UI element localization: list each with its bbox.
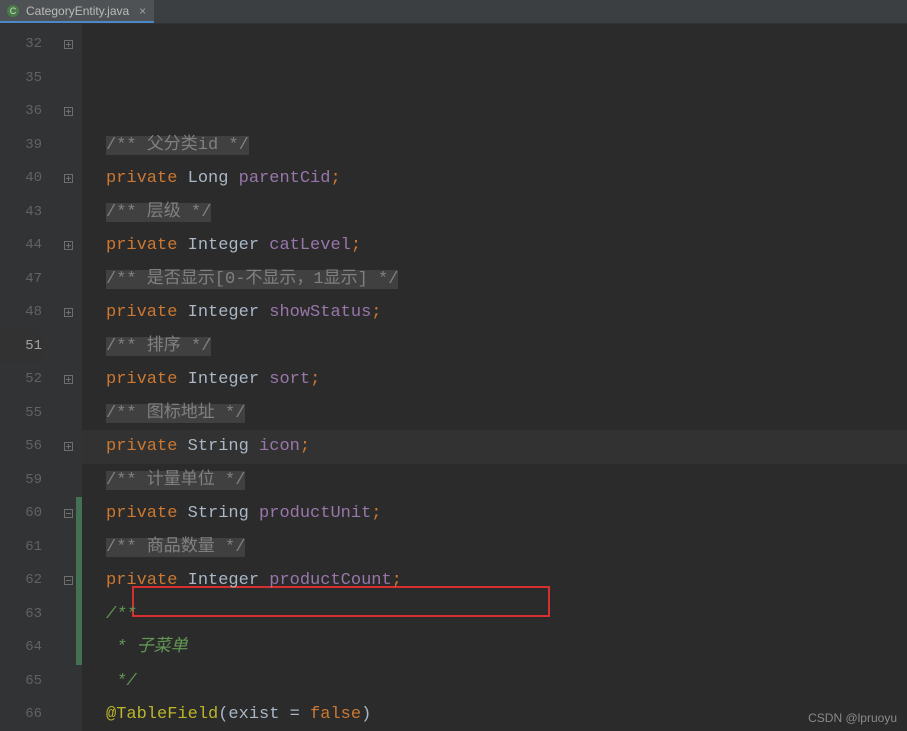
line-number[interactable]: 39 — [0, 129, 42, 163]
code-line[interactable]: /** 图标地址 */ — [82, 397, 907, 431]
code-line[interactable]: /** 计量单位 */ — [82, 464, 907, 498]
fold-empty — [60, 464, 76, 498]
code-line[interactable]: private String productUnit; — [82, 497, 907, 531]
line-number[interactable]: 52 — [0, 363, 42, 397]
fold-empty — [60, 129, 76, 163]
fold-gutter[interactable] — [60, 24, 76, 731]
line-number[interactable]: 62 — [0, 564, 42, 598]
line-number[interactable]: 59 — [0, 464, 42, 498]
fold-expand-icon[interactable] — [60, 296, 76, 330]
fold-expand-icon[interactable] — [60, 95, 76, 129]
watermark: CSDN @lpruoyu — [808, 711, 897, 725]
code-line[interactable]: private Long parentCid; — [82, 162, 907, 196]
code-line[interactable]: private Integer showStatus; — [82, 296, 907, 330]
line-number[interactable]: 64 — [0, 631, 42, 665]
line-number[interactable]: 44 — [0, 229, 42, 263]
line-number-gutter[interactable]: 3235363940434447485152555659606162636465… — [0, 24, 60, 731]
line-number[interactable]: 56 — [0, 430, 42, 464]
code-line[interactable]: /** 商品数量 */ — [82, 531, 907, 565]
fold-collapse-icon[interactable] — [60, 564, 76, 598]
fold-collapse-icon[interactable] — [60, 497, 76, 531]
code-line[interactable]: @TableField(exist = false) — [82, 698, 907, 731]
code-line[interactable]: /** 父分类id */ — [82, 129, 907, 163]
fold-empty — [60, 330, 76, 364]
line-number[interactable]: 51 — [0, 330, 42, 364]
code-line[interactable]: private Integer sort; — [82, 363, 907, 397]
line-number[interactable]: 66 — [0, 698, 42, 731]
fold-empty — [60, 196, 76, 230]
code-line[interactable]: private Integer catLevel; — [82, 229, 907, 263]
code-line[interactable]: private String icon; — [82, 430, 907, 464]
tab-bar: C CategoryEntity.java × — [0, 0, 907, 24]
line-number[interactable]: 65 — [0, 665, 42, 699]
line-number[interactable]: 47 — [0, 263, 42, 297]
fold-empty — [60, 397, 76, 431]
line-number[interactable]: 61 — [0, 531, 42, 565]
fold-empty — [60, 698, 76, 731]
line-number[interactable]: 48 — [0, 296, 42, 330]
line-number[interactable]: 35 — [0, 62, 42, 96]
fold-empty — [60, 665, 76, 699]
line-number[interactable]: 32 — [0, 28, 42, 62]
fold-empty — [60, 531, 76, 565]
line-number[interactable]: 63 — [0, 598, 42, 632]
editor: 3235363940434447485152555659606162636465… — [0, 24, 907, 731]
code-line[interactable]: /** 层级 */ — [82, 196, 907, 230]
fold-empty — [60, 263, 76, 297]
fold-expand-icon[interactable] — [60, 229, 76, 263]
code-area[interactable]: /** 父分类id */private Long parentCid;/** 层… — [82, 24, 907, 731]
code-line[interactable]: private Integer productCount; — [82, 564, 907, 598]
code-line[interactable]: /** — [82, 598, 907, 632]
fold-empty — [60, 62, 76, 96]
line-number[interactable]: 40 — [0, 162, 42, 196]
line-number[interactable]: 36 — [0, 95, 42, 129]
line-number[interactable]: 43 — [0, 196, 42, 230]
fold-expand-icon[interactable] — [60, 430, 76, 464]
fold-expand-icon[interactable] — [60, 363, 76, 397]
code-line[interactable]: /** 是否显示[0-不显示，1显示] */ — [82, 263, 907, 297]
code-line[interactable]: /** 排序 */ — [82, 330, 907, 364]
line-number[interactable]: 60 — [0, 497, 42, 531]
line-number[interactable]: 55 — [0, 397, 42, 431]
fold-expand-icon[interactable] — [60, 28, 76, 62]
fold-empty — [60, 631, 76, 665]
fold-expand-icon[interactable] — [60, 162, 76, 196]
tab-filename: CategoryEntity.java — [26, 4, 129, 18]
java-class-icon: C — [6, 4, 20, 18]
code-line[interactable]: * 子菜单 — [82, 631, 907, 665]
editor-tab[interactable]: C CategoryEntity.java × — [0, 0, 154, 23]
close-tab-icon[interactable]: × — [139, 4, 146, 18]
svg-text:C: C — [10, 6, 17, 16]
fold-empty — [60, 598, 76, 632]
code-line[interactable]: */ — [82, 665, 907, 699]
